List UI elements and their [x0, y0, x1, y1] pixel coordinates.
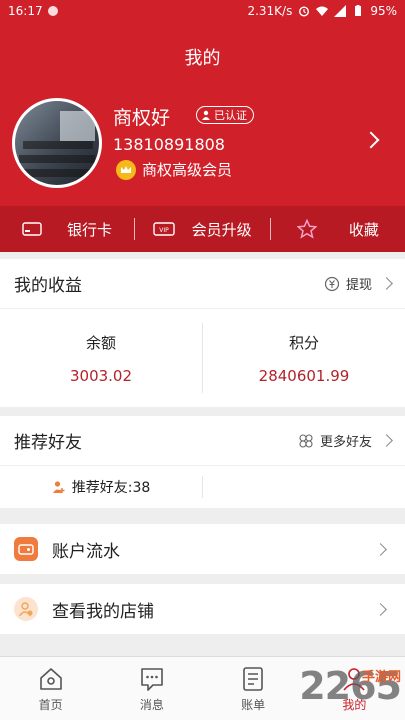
quick-action-vip-upgrade[interactable]: VIP 会员升级 [135, 206, 269, 252]
shop-icon [14, 597, 38, 621]
wifi-icon [316, 6, 329, 16]
tab-label: 账单 [241, 697, 266, 712]
points-stat[interactable]: 积分 2840601.99 [203, 309, 405, 407]
member-level-label: 商权高级会员 [142, 161, 233, 179]
battery-level: 95% [370, 4, 397, 18]
balance-value: 3003.02 [69, 366, 133, 385]
account-flow-row[interactable]: 账户流水 [0, 524, 405, 574]
quick-action-label: 会员升级 [191, 220, 252, 239]
crown-icon [116, 159, 136, 180]
friends-count-label: 推荐好友:38 [71, 480, 151, 496]
status-time: 16:17 [8, 4, 43, 18]
friends-header: 推荐好友 更多好友 [0, 416, 405, 466]
tab-label: 首页 [38, 697, 63, 712]
points-value: 2840601.99 [258, 366, 350, 385]
balance-stat[interactable]: 余额 3003.02 [0, 309, 202, 407]
bank-card-icon [22, 222, 43, 236]
bill-icon [239, 665, 267, 693]
home-icon [37, 665, 65, 693]
signal-icon [334, 5, 347, 17]
quick-actions-bar: 银行卡 VIP 会员升级 收藏 [0, 206, 405, 252]
chevron-right-icon[interactable] [362, 131, 380, 149]
account-flow-label: 账户流水 [52, 541, 120, 562]
earnings-header: 我的收益 提现 [0, 259, 405, 309]
recommended-friends-count[interactable]: 推荐好友:38 [0, 466, 202, 508]
alarm-icon [299, 6, 310, 17]
watermark: 2265 手游网 [299, 664, 402, 708]
tab-messages[interactable]: 消息 [101, 657, 202, 720]
svg-text:VIP: VIP [160, 227, 170, 234]
friends-title: 推荐好友 [14, 433, 82, 453]
friends-stats: 推荐好友:38 [0, 466, 405, 508]
message-icon [138, 665, 166, 693]
chevron-right-icon [380, 434, 393, 447]
verified-badge: 已认证 [196, 106, 254, 124]
tab-label: 消息 [139, 697, 164, 712]
notification-icon [48, 6, 58, 16]
friends-card: 推荐好友 更多好友 推荐好友:38 [0, 416, 405, 508]
more-friends-button[interactable]: 更多好友 [298, 431, 393, 450]
withdraw-button[interactable]: 提现 [324, 274, 393, 293]
my-shop-label: 查看我的店铺 [52, 601, 154, 622]
battery-icon [355, 5, 362, 16]
points-label: 积分 [288, 333, 319, 352]
network-speed: 2.31K/s [247, 4, 293, 18]
quick-action-bank-card[interactable]: 银行卡 [0, 206, 134, 252]
vip-card-icon: VIP [153, 222, 176, 236]
withdraw-label: 提现 [345, 278, 372, 293]
status-bar: 16:17 2.31K/s 95% [0, 0, 405, 24]
quick-action-label: 收藏 [348, 220, 379, 239]
account-flow-icon [14, 537, 38, 561]
person-icon [202, 110, 210, 120]
phone-number: 13810891808 [113, 135, 225, 154]
chevron-right-icon [374, 542, 387, 556]
watermark-sub: 手游网 [361, 670, 401, 685]
withdraw-icon [324, 276, 340, 291]
chevron-right-icon [374, 602, 387, 616]
profile-header: 16:17 2.31K/s 95% 我的 商权好 已认证 13810891808… [0, 0, 405, 252]
chevron-right-icon [380, 277, 393, 290]
friends-group-icon [299, 433, 313, 448]
page-title: 我的 [184, 48, 221, 69]
tab-bills[interactable]: 账单 [203, 657, 304, 720]
earnings-stats: 余额 3003.02 积分 2840601.99 [0, 309, 405, 407]
add-friend-icon [52, 481, 65, 493]
verified-label: 已认证 [214, 109, 247, 122]
my-shop-row[interactable]: 查看我的店铺 [0, 584, 405, 634]
empty-cell [203, 466, 405, 508]
earnings-card: 我的收益 提现 余额 3003.02 积分 2840601.99 [0, 259, 405, 407]
star-icon [296, 219, 317, 239]
balance-label: 余额 [85, 333, 116, 352]
member-level: 商权高级会员 [116, 159, 232, 180]
username: 商权好 [113, 107, 171, 129]
earnings-title: 我的收益 [14, 276, 82, 296]
quick-action-label: 银行卡 [66, 220, 112, 239]
tab-home[interactable]: 首页 [0, 657, 101, 720]
quick-action-favorites[interactable]: 收藏 [271, 206, 405, 252]
more-friends-label: 更多好友 [319, 435, 372, 450]
avatar[interactable] [12, 98, 102, 188]
